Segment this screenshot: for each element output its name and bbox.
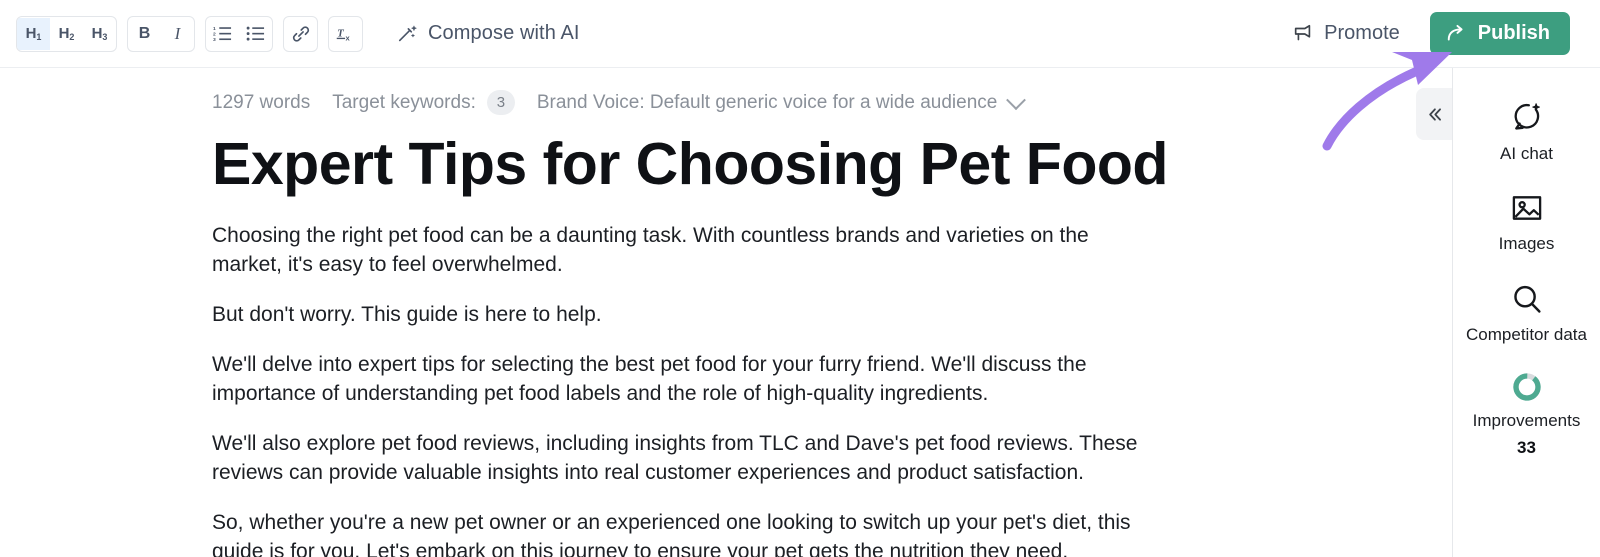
chevron-double-left-icon: [1428, 107, 1441, 121]
target-keywords-control[interactable]: Target keywords: 3: [332, 90, 515, 115]
document-paragraph: We'll also explore pet food reviews, inc…: [212, 431, 1138, 484]
sidebar-item-label: Images: [1498, 234, 1555, 254]
insert-link-button[interactable]: [284, 18, 317, 50]
sidebar-item-label: AI chat: [1500, 144, 1553, 163]
image-icon: [1512, 196, 1541, 221]
target-keywords-badge: 3: [486, 90, 515, 115]
svg-text:3: 3: [213, 37, 216, 43]
magic-wand-icon: [398, 25, 417, 41]
heading-2-sub: 2: [69, 31, 75, 42]
brand-voice-label: Brand Voice: Default generic voice for a…: [536, 91, 998, 113]
promote-label: Promote: [1324, 22, 1400, 44]
heading-3-sub: 3: [102, 31, 108, 42]
sidebar-item-label: Competitor data: [1466, 324, 1587, 344]
target-keywords-label: Target keywords:: [332, 91, 476, 113]
right-sidebar: AI chat Images Competitor data Improveme…: [1452, 68, 1600, 557]
heading-2-label: H: [58, 25, 70, 42]
sidebar-item-label: Improvements: [1472, 411, 1581, 431]
heading-button-group: H1 H2 H3: [16, 15, 117, 52]
publish-button[interactable]: Publish: [1429, 12, 1570, 55]
promote-button[interactable]: Promote: [1292, 22, 1400, 45]
share-arrow-icon: [1447, 24, 1463, 40]
document-paragraph: We'll delve into expert tips for selecti…: [212, 353, 1087, 405]
svg-text:x: x: [346, 33, 351, 42]
bullet-list-button[interactable]: [239, 18, 272, 50]
sidebar-item-images[interactable]: Images: [1453, 180, 1600, 270]
document-paragraph: But don't worry. This guide is here to h…: [212, 303, 602, 327]
svg-text:T: T: [337, 27, 344, 39]
list-button-group: 1 2 3: [205, 15, 273, 52]
italic-button[interactable]: I: [161, 18, 194, 50]
editor-toolbar: H1 H2 H3 B I 1 2 3 T x Compose with AI P…: [0, 0, 1600, 68]
progress-ring-icon: [1512, 373, 1541, 401]
heading-2-button[interactable]: H2: [50, 18, 83, 50]
search-icon: [1513, 285, 1541, 313]
heading-1-button[interactable]: H1: [17, 17, 50, 50]
bullet-list-icon: [246, 26, 265, 41]
sidebar-item-improvements[interactable]: Improvements 33: [1453, 361, 1600, 473]
ordered-list-icon: 1 2 3: [213, 26, 232, 43]
sidebar-item-ai-chat[interactable]: AI chat: [1453, 90, 1600, 180]
publish-label: Publish: [1477, 22, 1550, 44]
document-title: Expert Tips for Choosing Pet Food: [212, 131, 1168, 197]
heading-1-label: H: [25, 25, 37, 42]
link-button-group: [283, 15, 318, 52]
word-count: 1297 words: [212, 91, 311, 113]
chevron-down-icon: [1006, 89, 1027, 110]
heading-3-label: H: [91, 25, 103, 42]
clear-format-button-group: T x: [328, 15, 363, 52]
improvements-count: 33: [1517, 437, 1536, 457]
collapse-panel-button[interactable]: [1416, 88, 1452, 140]
compose-with-ai-label: Compose with AI: [428, 22, 580, 44]
megaphone-icon: [1295, 24, 1311, 40]
content-editor-app: H1 H2 H3 B I 1 2 3 T x Compose with AI P…: [0, 0, 1600, 557]
heading-1-sub: 1: [36, 31, 42, 42]
document-paragraph: So, whether you're a new pet owner or an…: [212, 510, 1131, 557]
editor-body: 1297 words Target keywords: 3 Brand Voic…: [0, 68, 1600, 557]
heading-3-button[interactable]: H3: [83, 18, 116, 50]
ai-chat-icon: [1514, 103, 1540, 130]
document-content[interactable]: Expert Tips for Choosing Pet Food Choosi…: [0, 131, 1172, 557]
bold-button[interactable]: B: [128, 18, 161, 50]
svg-text:1: 1: [213, 26, 216, 32]
clear-formatting-button[interactable]: T x: [329, 18, 362, 50]
brand-voice-selector[interactable]: Brand Voice: Default generic voice for a…: [536, 89, 1027, 114]
sidebar-item-competitor-data[interactable]: Competitor data: [1453, 271, 1600, 361]
svg-text:2: 2: [213, 31, 216, 37]
document-paragraph: Choosing the right pet food can be a dau…: [212, 224, 1089, 277]
document-editor-area[interactable]: 1297 words Target keywords: 3 Brand Voic…: [0, 68, 1452, 557]
ordered-list-button[interactable]: 1 2 3: [206, 18, 239, 50]
clear-formatting-icon: T x: [336, 27, 351, 42]
text-style-button-group: B I: [127, 15, 195, 52]
compose-with-ai-button[interactable]: Compose with AI: [397, 22, 580, 45]
document-meta-bar: 1297 words Target keywords: 3 Brand Voic…: [0, 68, 1452, 115]
link-icon: [292, 25, 309, 42]
